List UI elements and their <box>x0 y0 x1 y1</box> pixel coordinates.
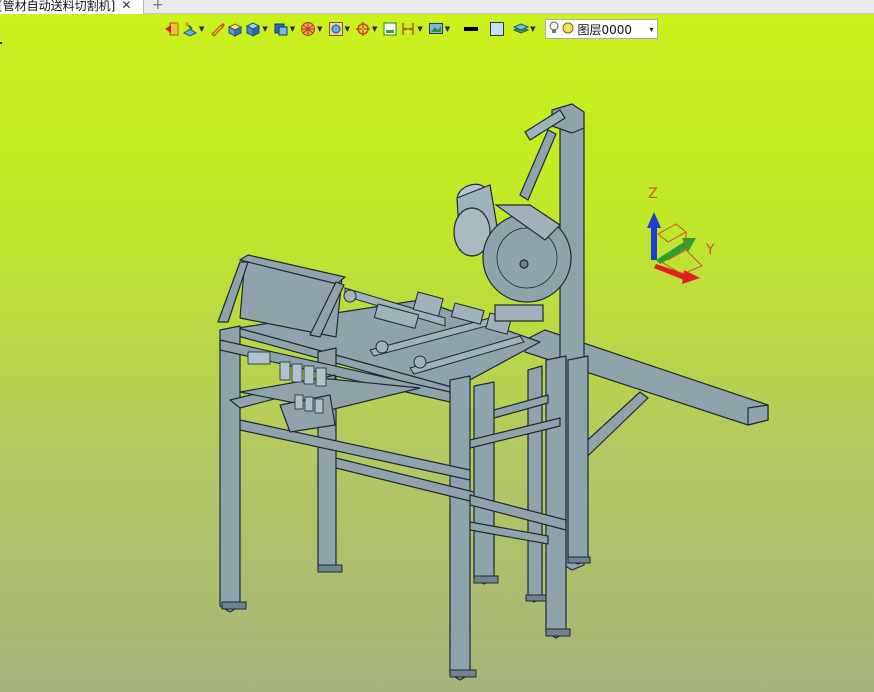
z-axis: Z <box>647 186 661 260</box>
document-tab[interactable]: [管材自动送料切割机] ✕ <box>0 0 144 14</box>
document-tab-title: [管材自动送料切割机] <box>0 0 116 13</box>
3d-viewport[interactable]: ▼ ▼ ▼ ▼ ▼ ▼ ▼ ▼ ▼ 图层0000 ▾ Z Y <box>0 14 874 692</box>
axis-triad: Z Y X <box>647 186 715 284</box>
y-axis-label: Y <box>705 242 715 258</box>
cutting-machine-model[interactable] <box>0 14 874 692</box>
x-axis: X <box>654 264 700 284</box>
z-axis-label: Z <box>648 186 658 202</box>
add-tab-icon[interactable]: + <box>152 0 164 13</box>
close-icon[interactable]: ✕ <box>121 0 131 12</box>
document-tabbar: [管材自动送料切割机] ✕ + <box>0 0 874 14</box>
